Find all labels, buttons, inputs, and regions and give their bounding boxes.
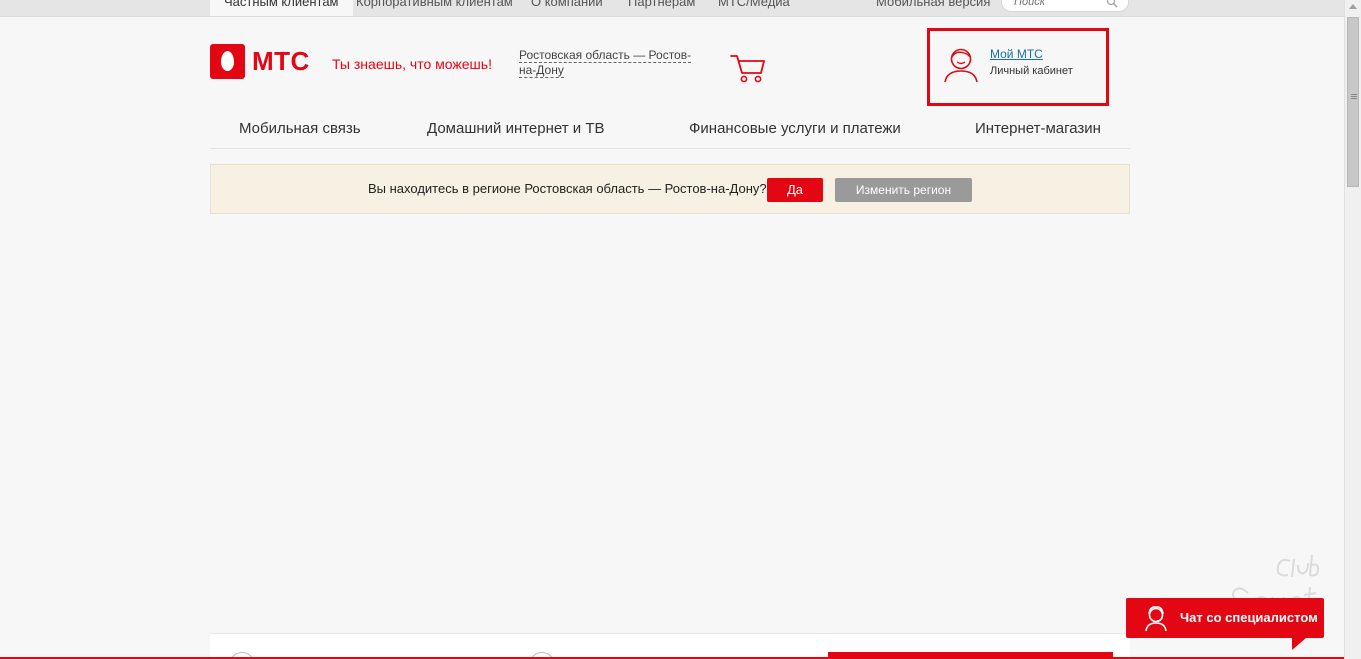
chat-with-specialist-button[interactable]: Чат со специалистом xyxy=(1126,598,1324,650)
search-input[interactable] xyxy=(1014,0,1104,8)
grip-line xyxy=(1351,94,1357,95)
scroll-up-arrow-icon[interactable] xyxy=(1349,4,1357,9)
confirm-region-button[interactable]: Да xyxy=(767,178,823,202)
grip-line xyxy=(1351,98,1357,99)
nav-mobile-connection[interactable]: Мобильная связь xyxy=(239,120,361,138)
personal-cabinet-label[interactable]: Личный кабинет xyxy=(990,64,1073,78)
region-selector-text[interactable]: Ростовская область — Ростов-на-Дону xyxy=(519,48,692,78)
region-confirm-banner: Вы находитесь в регионе Ростовская облас… xyxy=(210,164,1130,214)
change-region-button[interactable]: Изменить регион xyxy=(835,178,972,202)
logo-text[interactable]: МТС xyxy=(252,46,310,76)
tab-partners[interactable]: Партнерам xyxy=(628,0,695,10)
user-avatar-icon[interactable] xyxy=(942,44,980,89)
region-question: Вы находитесь в регионе Ростовская облас… xyxy=(368,181,767,196)
tab-about-company[interactable]: О компании xyxy=(531,0,603,10)
chat-operator-icon xyxy=(1142,604,1170,637)
cart-icon[interactable] xyxy=(729,52,767,89)
nav-online-store[interactable]: Интернет-магазин xyxy=(975,120,1101,138)
tab-private-clients[interactable]: Частным клиентам xyxy=(210,0,353,16)
region-selector-link[interactable]: Ростовская область — Ростов-на-Дону xyxy=(519,48,699,78)
chat-label[interactable]: Чат со специалистом xyxy=(1180,610,1318,626)
tab-corporate-clients[interactable]: Корпоративным клиентам xyxy=(356,0,513,10)
slogan: Ты знаешь, что можешь! xyxy=(332,56,492,72)
top-utility-bar: Частным клиентам Корпоративным клиентам … xyxy=(0,0,1344,17)
mts-logo-egg-icon[interactable] xyxy=(210,44,245,79)
nav-divider xyxy=(210,148,1130,149)
my-mts-link[interactable]: Мой МТС xyxy=(990,47,1043,62)
grip-line xyxy=(1351,96,1357,97)
search-box[interactable] xyxy=(1001,0,1129,12)
page-scrollbar[interactable] xyxy=(1344,0,1361,659)
mobile-version-link[interactable]: Мобильная версия xyxy=(876,0,990,10)
scrollbar-thumb[interactable] xyxy=(1347,17,1359,187)
nav-home-internet-tv[interactable]: Домашний интернет и ТВ xyxy=(427,120,605,138)
nav-financial-services[interactable]: Финансовые услуги и платежи xyxy=(689,120,901,138)
egg-shape xyxy=(221,51,234,71)
search-icon[interactable] xyxy=(1106,0,1118,13)
tab-mts-media[interactable]: МТС/Медиа xyxy=(718,0,790,10)
chat-bubble-tail xyxy=(1292,638,1306,650)
